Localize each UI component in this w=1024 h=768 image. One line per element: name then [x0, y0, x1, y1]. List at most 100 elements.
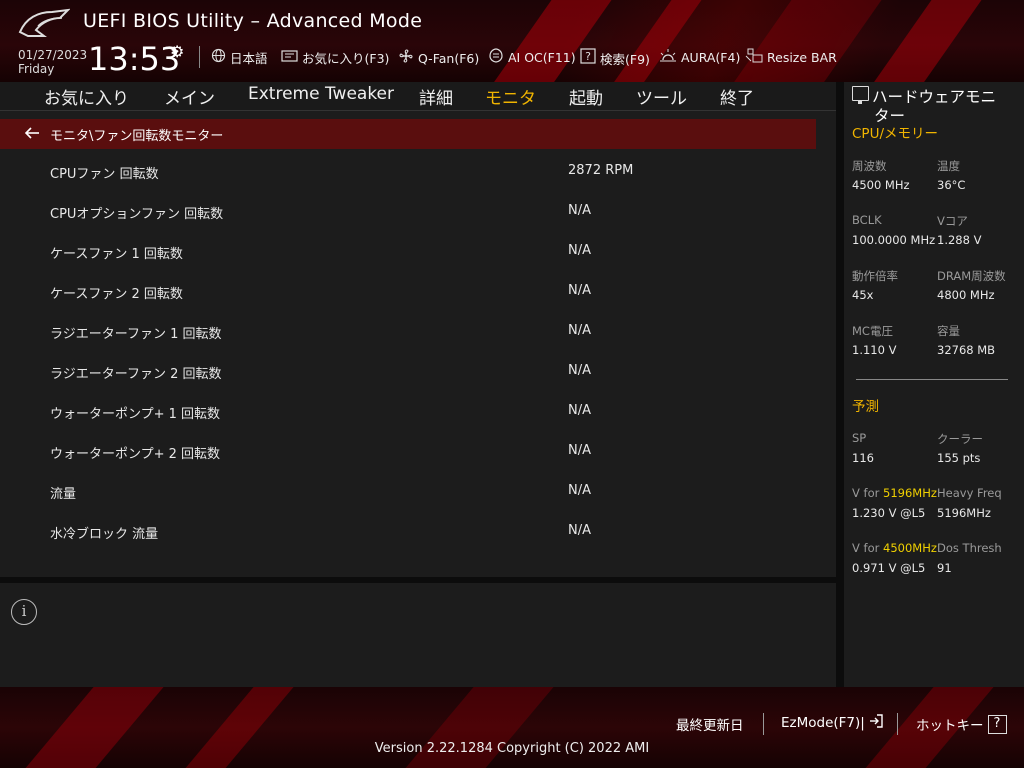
divider	[897, 713, 898, 735]
main-menu-bar: お気に入り メイン Extreme Tweaker 詳細 モニタ 起動 ツール …	[0, 82, 836, 112]
weekday-display: Friday	[18, 62, 55, 76]
hwm-key: DRAM周波数	[937, 269, 1006, 283]
row-value: N/A	[568, 203, 591, 218]
fan-row-cpu[interactable]: CPUファン 回転数 2872 RPM	[50, 163, 810, 183]
question-icon: ?	[580, 48, 596, 68]
breadcrumb-label: モニタ\ファン回転数モニター	[50, 128, 224, 144]
resize-bar-label: Resize BAR	[767, 50, 837, 65]
decor-stripe	[861, 0, 989, 82]
fan-row-radiator-1[interactable]: ラジエーターファン 1 回転数 N/A	[50, 323, 810, 343]
fan-row-chassis-2[interactable]: ケースファン 2 回転数 N/A	[50, 283, 810, 303]
divider	[763, 713, 764, 735]
hwm-key-prefix: V for	[852, 486, 883, 500]
ai-oc-button[interactable]: AI OC(F11)	[488, 48, 576, 67]
fan-row-radiator-2[interactable]: ラジエーターファン 2 回転数 N/A	[50, 363, 810, 383]
row-label: 流量	[50, 487, 77, 502]
language-button[interactable]: 日本語	[211, 48, 268, 67]
back-arrow-icon[interactable]	[24, 125, 44, 144]
hotkeys-button[interactable]: ホットキー ?	[916, 714, 1007, 734]
hwm-value: 1.110 V	[852, 343, 897, 357]
row-value: N/A	[568, 523, 591, 538]
fan-row-water-pump-1[interactable]: ウォーターポンプ+ 1 回転数 N/A	[50, 403, 810, 423]
hwm-key: SP	[852, 431, 867, 445]
hwm-value: 1.288 V	[937, 233, 982, 247]
hwm-key: クーラー	[937, 432, 983, 446]
tab-main[interactable]: メイン	[164, 84, 215, 109]
globe-icon	[211, 48, 226, 67]
resize-bar-icon	[745, 48, 763, 67]
ai-chip-icon	[488, 48, 504, 67]
row-value: N/A	[568, 443, 591, 458]
resize-bar-button[interactable]: Resize BAR	[745, 48, 837, 67]
row-label: ラジエーターファン 2 回転数	[50, 367, 222, 382]
aura-label: AURA(F4)	[681, 50, 741, 65]
tab-favorites[interactable]: お気に入り	[44, 84, 129, 109]
favorites-button[interactable]: お気に入り(F3)	[281, 48, 389, 67]
row-value: N/A	[568, 323, 591, 338]
fan-row-cpu-optional[interactable]: CPUオプションファン 回転数 N/A	[50, 203, 810, 223]
hwm-key: V for 5196MHz	[852, 486, 937, 500]
row-value: N/A	[568, 483, 591, 498]
language-label: 日本語	[230, 51, 268, 66]
main-panel: モニタ\ファン回転数モニター CPUファン 回転数 2872 RPM CPUオプ…	[0, 111, 836, 577]
tab-exit[interactable]: 終了	[720, 84, 754, 109]
fan-row-flow-rate[interactable]: 流量 N/A	[50, 483, 810, 503]
ezmode-label: EzMode(F7)|	[781, 715, 865, 731]
hwm-value: 5196MHz	[937, 506, 991, 520]
row-value: N/A	[568, 283, 591, 298]
hwm-value: 4500 MHz	[852, 178, 910, 192]
hwm-key: 温度	[937, 159, 960, 173]
aura-button[interactable]: AURA(F4)	[659, 48, 740, 67]
aura-light-icon	[659, 48, 677, 67]
tab-extreme-tweaker[interactable]: Extreme Tweaker	[248, 84, 394, 104]
row-label: ウォーターポンプ+ 2 回転数	[50, 447, 221, 462]
hwm-key: Heavy Freq	[937, 486, 1002, 500]
search-button[interactable]: ? 検索(F9)	[580, 48, 650, 68]
hwm-value: 1.230 V @L5	[852, 506, 926, 520]
hwm-value: 155 pts	[937, 451, 981, 465]
tab-advanced[interactable]: 詳細	[419, 84, 453, 109]
fan-row-chassis-1[interactable]: ケースファン 1 回転数 N/A	[50, 243, 810, 263]
favorites-label: お気に入り(F3)	[302, 51, 390, 66]
tab-boot[interactable]: 起動	[569, 84, 603, 109]
hwm-value: 116	[852, 451, 874, 465]
prediction-section-title: 予測	[852, 399, 879, 415]
last-modified-button[interactable]: 最終更新日	[676, 714, 744, 734]
hardware-monitor-panel: ハードウェアモニ ター CPU/メモリー 周波数 4500 MHz 温度 36°…	[844, 82, 1024, 687]
hwm-value: 36°C	[937, 178, 966, 192]
row-label: ラジエーターファン 1 回転数	[50, 327, 222, 342]
vertical-divider	[836, 82, 844, 687]
hwm-value: 32768 MB	[937, 343, 996, 357]
row-label: 水冷ブロック 流量	[50, 527, 159, 542]
hwm-key: BCLK	[852, 213, 882, 227]
version-text: Version 2.22.1284 Copyright (C) 2022 AMI	[374, 741, 650, 756]
tab-monitor[interactable]: モニタ	[485, 84, 536, 112]
fan-row-water-block-flow[interactable]: 水冷ブロック 流量 N/A	[50, 523, 810, 543]
search-label: 検索(F9)	[600, 51, 650, 67]
info-icon: i	[11, 599, 37, 625]
fan-row-water-pump-2[interactable]: ウォーターポンプ+ 2 回転数 N/A	[50, 443, 810, 463]
row-label: CPUオプションファン 回転数	[50, 207, 224, 222]
help-box-icon: ?	[987, 714, 1007, 734]
qfan-button[interactable]: Q-Fan(F6)	[398, 48, 479, 68]
ai-oc-label: AI OC(F11)	[508, 50, 576, 65]
hotkeys-label: ホットキー	[916, 718, 984, 734]
row-value: N/A	[568, 243, 591, 258]
hwm-key-freq: 4500MHz	[883, 541, 937, 555]
header-bar: UEFI BIOS Utility – Advanced Mode 01/27/…	[0, 0, 1024, 82]
footer-bar: 最終更新日 EzMode(F7)| ホットキー ? Version 2.22.1…	[0, 687, 1024, 768]
breadcrumb[interactable]: モニタ\ファン回転数モニター	[0, 119, 816, 149]
hwm-key: 周波数	[852, 159, 887, 173]
hwm-divider	[856, 379, 1008, 380]
date-display: 01/27/2023	[18, 48, 88, 62]
qfan-label: Q-Fan(F6)	[418, 50, 480, 66]
decor-stripe	[601, 0, 709, 82]
hwm-key: MC電圧	[852, 324, 893, 338]
gear-icon[interactable]: ⚙	[170, 42, 184, 61]
ezmode-button[interactable]: EzMode(F7)|	[781, 714, 883, 732]
hwm-key: Dos Thresh	[937, 541, 1002, 555]
hwm-key: V for 4500MHz	[852, 541, 937, 555]
decor-stripe	[721, 0, 889, 82]
hwm-value: 0.971 V @L5	[852, 561, 926, 575]
tab-tool[interactable]: ツール	[636, 84, 687, 109]
